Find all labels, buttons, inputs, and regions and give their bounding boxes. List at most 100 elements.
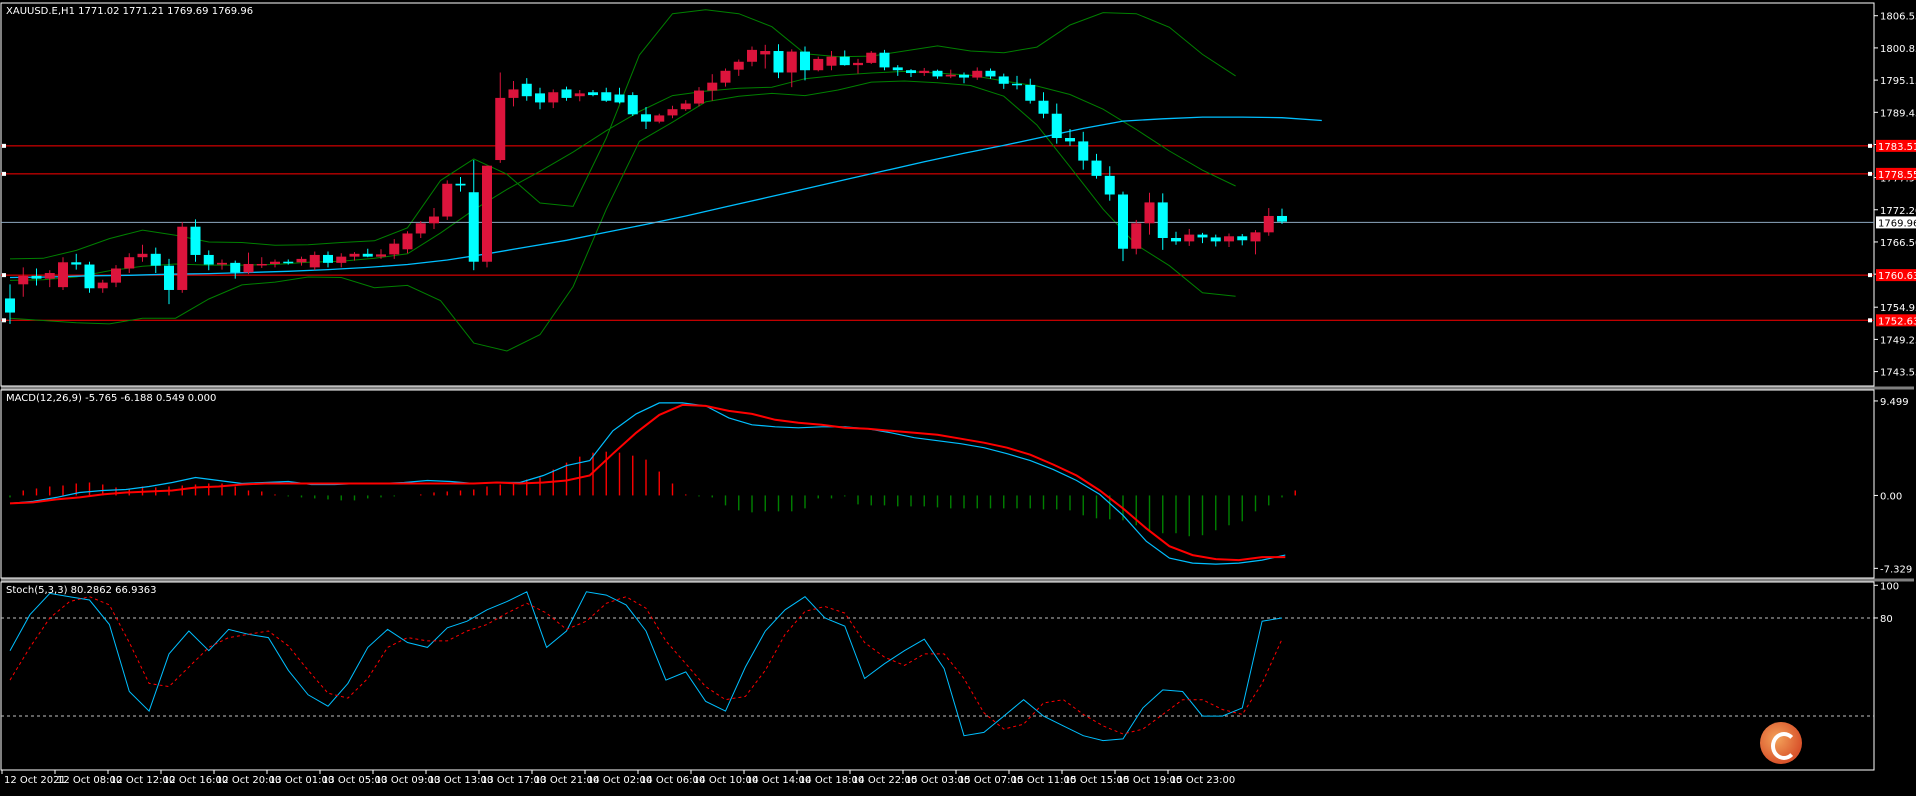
pane-frame-2 (0, 581, 1875, 771)
symbol-info-label: XAUUSD.E,H1 1771.02 1771.21 1769.69 1769… (6, 6, 253, 17)
candle-body (588, 92, 598, 96)
candle-body (1224, 236, 1234, 242)
candle-body (283, 261, 294, 264)
candle-body (495, 97, 506, 161)
stoch-main-line (9, 591, 1283, 742)
price-axis-label: 1800.85 (1880, 44, 1916, 55)
candle-body (919, 70, 930, 74)
candle-body (256, 263, 267, 266)
candle-body (18, 275, 29, 285)
level-handle[interactable] (2, 318, 6, 323)
candle-body (164, 265, 174, 290)
candle-body (574, 93, 585, 97)
candle-body (44, 273, 55, 279)
candle-body (1197, 234, 1208, 238)
candle-body (839, 56, 850, 66)
candle-body (786, 51, 797, 73)
macd-axis-label: 9.499 (1880, 397, 1909, 408)
candle-body (1210, 237, 1221, 242)
level-handle[interactable] (1868, 143, 1872, 148)
stoch-signal-line (9, 596, 1283, 735)
candle-body (84, 264, 95, 289)
candle-body (1038, 100, 1049, 114)
candle-body (972, 70, 983, 78)
level-handle[interactable] (2, 273, 6, 278)
stoch-axis-label: 80 (1880, 614, 1893, 625)
candle-body (1277, 215, 1287, 222)
level-price-label: 1752.63 (1878, 316, 1916, 327)
candle-body (124, 257, 135, 269)
level-price-label: 1760.63 (1878, 271, 1916, 282)
price-axis-label: 1806.55 (1880, 12, 1916, 23)
macd-signal-line (9, 403, 1286, 562)
candle-body (389, 243, 400, 255)
candle-body (521, 83, 532, 97)
cngold-watermark (1756, 718, 1906, 784)
price-axis-label: 1789.45 (1880, 108, 1916, 119)
candle-body (1091, 160, 1102, 176)
pane-frame-0 (0, 2, 1875, 387)
stoch-axis-label: 100 (1880, 581, 1899, 592)
candle-body (137, 253, 148, 258)
candle-body (720, 70, 731, 83)
candle-body (879, 52, 890, 68)
candle-body (667, 109, 678, 116)
candle-body (707, 82, 718, 91)
price-axis-label: 1743.55 (1880, 368, 1916, 379)
candle-body (296, 258, 307, 263)
candle-body (323, 254, 333, 263)
price-axis-label: 1754.95 (1880, 303, 1916, 314)
candle-body (561, 89, 572, 98)
level-handle[interactable] (1868, 318, 1872, 323)
stoch-info-label: Stoch(5,3,3) 80.2862 66.9363 (6, 585, 157, 596)
candle-body (230, 262, 241, 273)
candle-body (1104, 175, 1115, 195)
candle-body (362, 253, 373, 257)
candle-body (601, 92, 612, 101)
candle-body (1012, 83, 1022, 86)
candle-body (336, 256, 347, 263)
candle-body (402, 233, 413, 250)
macd-info-label: MACD(12,26,9) -5.765 -6.188 0.549 0.000 (6, 393, 216, 404)
macd-axis-label: -7.329 (1880, 564, 1912, 575)
candle-body (243, 263, 254, 273)
candle-body (376, 254, 386, 257)
candle-body (747, 49, 757, 62)
candle-body (1118, 194, 1128, 249)
candle-body (985, 70, 996, 77)
cngold-logo-icon (1760, 722, 1802, 764)
level-price-label: 1783.51 (1878, 142, 1916, 153)
candle-body (1184, 234, 1195, 242)
level-handle[interactable] (2, 171, 6, 176)
candle-body (932, 70, 943, 77)
candle-body (111, 268, 121, 283)
candle-body (508, 89, 519, 98)
candle-body (826, 56, 837, 66)
candle-body (442, 183, 453, 217)
level-handle[interactable] (1868, 171, 1872, 176)
candle-body (614, 94, 625, 103)
level-handle[interactable] (1868, 273, 1872, 278)
candle-body (773, 51, 784, 73)
candle-body (535, 93, 545, 103)
chart-svg[interactable]: 1806.551800.851795.151789.451783.751777.… (0, 0, 1916, 792)
price-axis-label: 1795.15 (1880, 76, 1916, 87)
time-axis-label: 15 Oct 23:00 (1170, 775, 1235, 786)
candle-body (1157, 202, 1168, 238)
candle-body (800, 51, 810, 71)
macd-axis-label: 0.00 (1880, 491, 1902, 502)
candle-body (5, 298, 15, 313)
chart-area[interactable]: 1806.551800.851795.151789.451783.751777.… (0, 0, 1916, 792)
candle-body (177, 226, 188, 290)
candle-body (1065, 138, 1075, 142)
candle-body (1263, 215, 1274, 233)
candle-body (548, 92, 559, 103)
candle-body (190, 226, 201, 255)
candle-body (853, 62, 863, 66)
candle-body (906, 70, 916, 74)
candle-body (468, 192, 479, 262)
candle-body (150, 253, 161, 266)
level-handle[interactable] (2, 143, 6, 148)
price-axis-label: 1766.50 (1880, 238, 1916, 249)
candle-body (627, 95, 638, 115)
